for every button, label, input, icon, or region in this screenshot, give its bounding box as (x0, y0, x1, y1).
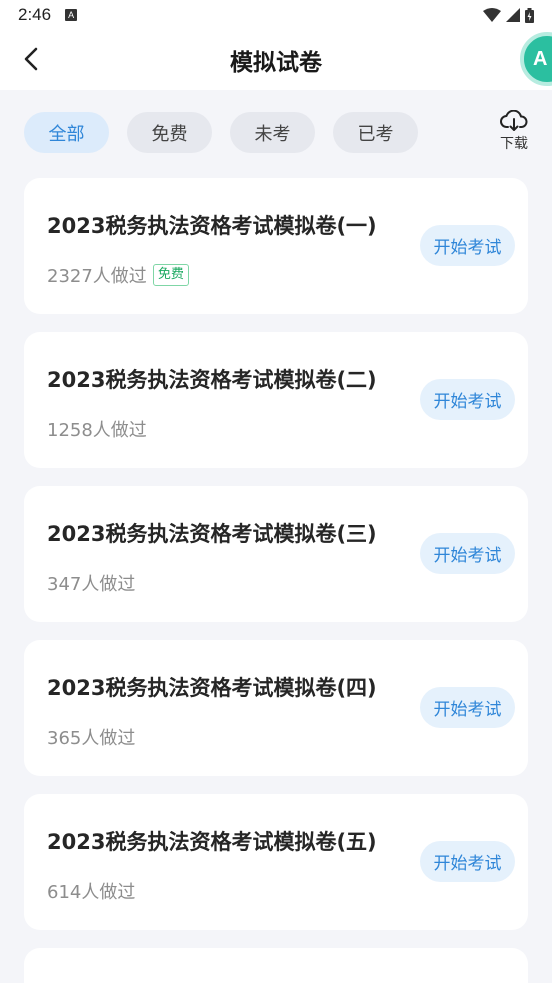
status-time: 2:46 (18, 5, 52, 24)
avatar-letter: A (533, 47, 548, 70)
paper-card[interactable]: 2023税务执法资格考试模拟卷(五) 614人做过 开始考试 (24, 794, 528, 930)
done-count: 614人做过 (47, 882, 136, 903)
filter-tab-taken[interactable]: 已考 (333, 112, 418, 153)
paper-card[interactable]: 2023税务执法资格考试模拟卷(一) 2327人做过 免费 开始考试 (24, 178, 528, 314)
status-bar: 2:46 A (0, 0, 552, 30)
paper-card[interactable]: 2023税务执法资格考试模拟卷(二) 1258人做过 开始考试 (24, 332, 528, 468)
paper-meta: 1258人做过 (47, 416, 147, 442)
paper-title: 2023税务执法资格考试模拟卷(一) (47, 214, 377, 238)
paper-title: 2023税务执法资格考试模拟卷(二) (47, 368, 377, 392)
start-exam-button[interactable]: 开始考试 (420, 841, 515, 882)
paper-meta: 347人做过 (47, 570, 135, 596)
download-button[interactable]: 下载 (494, 110, 534, 158)
done-count: 347人做过 (47, 574, 136, 595)
paper-meta: 365人做过 (47, 724, 135, 750)
download-label: 下载 (500, 136, 528, 152)
paper-card-partial[interactable] (24, 948, 528, 983)
done-count: 1258人做过 (47, 420, 147, 441)
app-header: 模拟试卷 A (0, 30, 552, 90)
done-count: 365人做过 (47, 728, 136, 749)
notification-icon: A (65, 9, 78, 21)
paper-title: 2023税务执法资格考试模拟卷(五) (47, 830, 377, 854)
filter-tab-all[interactable]: 全部 (24, 112, 109, 153)
floating-avatar-button[interactable]: A (520, 32, 552, 86)
start-exam-button[interactable]: 开始考试 (420, 225, 515, 266)
paper-title: 2023税务执法资格考试模拟卷(三) (47, 522, 377, 546)
status-icons (483, 7, 534, 23)
start-exam-button[interactable]: 开始考试 (420, 379, 515, 420)
filter-bar: 全部 免费 未考 已考 下载 (0, 90, 552, 176)
cloud-download-icon (500, 110, 528, 131)
paper-card[interactable]: 2023税务执法资格考试模拟卷(四) 365人做过 开始考试 (24, 640, 528, 776)
chevron-left-icon (24, 47, 38, 71)
start-exam-button[interactable]: 开始考试 (420, 533, 515, 574)
paper-meta: 2327人做过 免费 (47, 262, 189, 288)
filter-tab-free[interactable]: 免费 (127, 112, 212, 153)
cellular-signal-icon (506, 8, 520, 22)
paper-meta: 614人做过 (47, 878, 135, 904)
page-title: 模拟试卷 (230, 50, 322, 76)
filter-tab-not-taken[interactable]: 未考 (230, 112, 315, 153)
free-tag: 免费 (152, 264, 189, 286)
paper-card[interactable]: 2023税务执法资格考试模拟卷(三) 347人做过 开始考试 (24, 486, 528, 622)
start-exam-button[interactable]: 开始考试 (420, 687, 515, 728)
battery-icon (525, 7, 534, 23)
phone-screen: 2:46 A 模拟试卷 A 全部 免费 未考 已考 下载 2023税务执法资格考… (0, 0, 552, 983)
back-button[interactable] (16, 44, 46, 74)
done-count: 2327人做过 (47, 266, 147, 287)
wifi-icon (483, 8, 501, 22)
paper-title: 2023税务执法资格考试模拟卷(四) (47, 676, 377, 700)
